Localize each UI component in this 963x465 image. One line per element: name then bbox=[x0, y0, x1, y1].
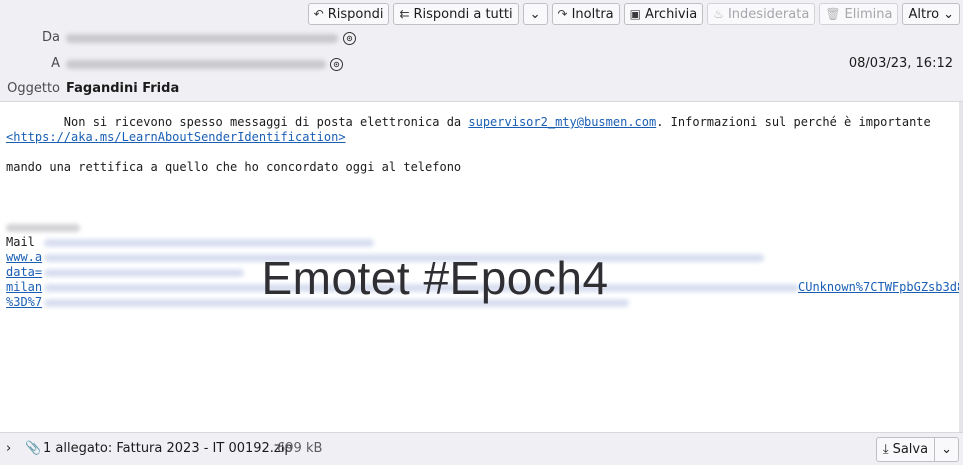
save-main[interactable]: ⤓ Salva bbox=[877, 438, 936, 461]
forward-icon: ↷ bbox=[557, 7, 568, 21]
sender-warning: Non si ricevono spesso messaggi di posta… bbox=[6, 115, 931, 129]
contact-icon[interactable]: ⊙ bbox=[330, 58, 343, 71]
chevron-down-icon: ⌄ bbox=[941, 442, 952, 457]
reply-all-button[interactable]: ⇇ Rispondi a tutti bbox=[393, 3, 519, 25]
contact-icon[interactable]: ⊙ bbox=[343, 32, 356, 45]
warning-suffix: . Informazioni sul perché è importante bbox=[656, 115, 931, 129]
expand-icon[interactable]: › bbox=[6, 441, 11, 456]
reply-all-dropdown-button[interactable]: ⌄ bbox=[522, 3, 548, 25]
save-dropdown-button[interactable]: ⌄ bbox=[935, 438, 958, 461]
reply-all-icon: ⇇ bbox=[399, 7, 410, 21]
from-address-redacted[interactable] bbox=[66, 34, 338, 43]
reply-icon: ↶ bbox=[313, 7, 324, 21]
trash-icon: 🗑 bbox=[825, 7, 841, 21]
subject-value: Fagandini Frida bbox=[66, 81, 180, 96]
fire-icon: ♨ bbox=[713, 7, 724, 21]
forward-button[interactable]: ↷ Inoltra bbox=[551, 3, 620, 25]
scrollbar[interactable] bbox=[959, 102, 963, 432]
delete-button[interactable]: 🗑 Elimina bbox=[819, 3, 899, 25]
more-button[interactable]: Altro ⌄ bbox=[902, 3, 960, 25]
attachment-bar: › 📎 1 allegato: Fattura 2023 - IT 00192.… bbox=[0, 432, 963, 465]
attachment-size: 699 kB bbox=[277, 441, 323, 456]
junk-button[interactable]: ♨ Indesiderata bbox=[707, 3, 816, 25]
message-toolbar: ↶ Rispondi ⇇ Rispondi a tutti ⌄ ↷ Inoltr… bbox=[307, 3, 960, 25]
chevron-down-icon: ⌄ bbox=[529, 6, 541, 22]
learn-more-link[interactable]: <https://aka.ms/LearnAboutSenderIdentifi… bbox=[6, 130, 346, 144]
redacted-line bbox=[6, 224, 80, 232]
message-text: mando una rettifica a quello che ho conc… bbox=[6, 160, 462, 174]
archive-button[interactable]: ▣ Archivia bbox=[623, 3, 704, 25]
archive-icon: ▣ bbox=[629, 7, 641, 21]
archive-label: Archivia bbox=[644, 6, 698, 22]
save-label: Salva bbox=[892, 442, 929, 457]
attachment-summary[interactable]: 1 allegato: Fattura 2023 - IT 00192.zip bbox=[43, 441, 293, 456]
download-icon: ⤓ bbox=[882, 442, 889, 457]
reply-label: Rispondi bbox=[327, 6, 384, 22]
redacted-link bbox=[44, 239, 374, 247]
overlay-caption: Emotet #Epoch4 bbox=[261, 252, 609, 304]
sender-email-link[interactable]: supervisor2_mty@busmen.com bbox=[468, 115, 656, 129]
more-label: Altro bbox=[908, 6, 940, 22]
message-header: ↶ Rispondi ⇇ Rispondi a tutti ⌄ ↷ Inoltr… bbox=[0, 0, 963, 102]
delete-label: Elimina bbox=[844, 6, 893, 22]
subject-label: Oggetto bbox=[7, 81, 60, 96]
forward-label: Inoltra bbox=[571, 6, 614, 22]
mail-label: Mail bbox=[6, 235, 35, 249]
message-date: 08/03/23, 16:12 bbox=[848, 56, 953, 71]
save-button[interactable]: ⤓ Salva ⌄ bbox=[875, 437, 959, 462]
reply-all-label: Rispondi a tutti bbox=[413, 6, 513, 22]
paperclip-icon: 📎 bbox=[25, 441, 42, 456]
to-address-redacted[interactable] bbox=[66, 60, 326, 69]
reply-button[interactable]: ↶ Rispondi bbox=[307, 3, 390, 25]
chevron-down-icon: ⌄ bbox=[943, 6, 954, 22]
warning-prefix: Non si ricevono spesso messaggi di posta… bbox=[6, 115, 469, 129]
junk-label: Indesiderata bbox=[727, 6, 810, 22]
to-label: A bbox=[51, 56, 60, 71]
from-label: Da bbox=[42, 30, 60, 45]
